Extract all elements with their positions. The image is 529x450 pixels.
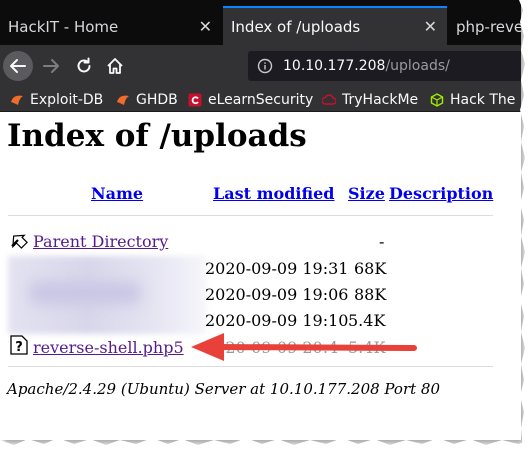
- bookmark-tryhackme[interactable]: TryHackMe: [322, 89, 418, 110]
- hackthebox-icon: [430, 92, 444, 107]
- url-path: /uploads/: [385, 58, 450, 74]
- tab-title: php-reve: [456, 17, 521, 36]
- elearnsecurity-icon: [188, 93, 202, 106]
- torn-edge-right: [519, 0, 529, 450]
- tab-php-reverse[interactable]: php-reve: [448, 8, 521, 45]
- reload-button[interactable]: [70, 52, 98, 80]
- home-button[interactable]: [101, 52, 129, 80]
- navigation-bar: 10.10.177.208/uploads/: [0, 45, 521, 87]
- tab-index-of-uploads[interactable]: Index of /uploads ✕: [223, 6, 447, 45]
- tab-hackit-home[interactable]: HackIT - Home ✕: [0, 8, 222, 45]
- close-tab-icon[interactable]: ✕: [424, 17, 437, 36]
- bookmark-label: Exploit-DB: [30, 91, 104, 108]
- exploit-db-icon: [11, 95, 23, 105]
- reload-icon: [77, 57, 91, 73]
- tryhackme-icon: [322, 93, 336, 105]
- address-bar[interactable]: 10.10.177.208/uploads/: [248, 51, 521, 81]
- bookmark-hack-the-box[interactable]: Hack The: [430, 89, 515, 110]
- tab-title: Index of /uploads: [231, 17, 361, 36]
- annotation-arrow: [191, 333, 417, 361]
- close-tab-icon[interactable]: ✕: [199, 17, 212, 36]
- tab-strip: HackIT - Home ✕ Index of /uploads ✕ php-…: [0, 0, 521, 45]
- url-host: 10.10.177.208: [283, 58, 386, 74]
- bookmark-label: TryHackMe: [342, 91, 419, 108]
- page-content: Index of /uploads Name Last modified Siz…: [0, 112, 521, 440]
- bookmark-elearnsecurity[interactable]: eLearnSecurity: [188, 89, 313, 110]
- home-icon: [107, 58, 123, 74]
- bookmark-label: GHDB: [136, 91, 178, 108]
- torn-edge-bottom: [0, 438, 529, 450]
- bookmark-ghdb[interactable]: GHDB: [116, 89, 178, 110]
- forward-button[interactable]: [37, 52, 65, 80]
- bookmark-label: Hack The: [450, 91, 516, 108]
- ghdb-icon: [117, 95, 129, 105]
- tab-title: HackIT - Home: [8, 17, 119, 36]
- url-text: 10.10.177.208/uploads/: [283, 58, 450, 74]
- info-icon: [257, 58, 273, 74]
- arrow-left-icon: [10, 59, 26, 73]
- bookmark-label: eLearnSecurity: [208, 91, 314, 108]
- bookmarks-toolbar: Exploit-DB GHDB eLearnSecurity TryHackMe: [0, 87, 521, 112]
- bookmark-exploit-db[interactable]: Exploit-DB: [10, 89, 103, 110]
- browser-window: HackIT - Home ✕ Index of /uploads ✕ php-…: [0, 0, 521, 440]
- arrow-right-icon: [43, 59, 59, 73]
- back-button[interactable]: [3, 51, 33, 81]
